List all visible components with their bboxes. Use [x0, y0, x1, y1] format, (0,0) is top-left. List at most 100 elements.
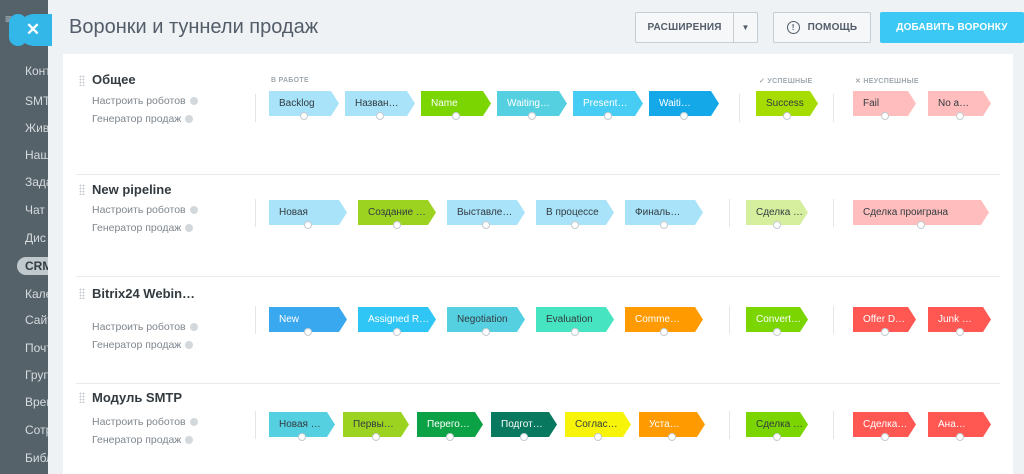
stage-settings-icon[interactable]: [660, 328, 668, 336]
stage-settings-icon[interactable]: [660, 221, 668, 229]
pipeline-row: New pipeline Настроить роботов Генератор п…: [76, 167, 1000, 277]
sales-generator-link[interactable]: Генератор продаж: [92, 434, 194, 446]
pipeline-title[interactable]: Bitrix24 Webin…: [92, 286, 195, 301]
column-divider: [729, 411, 730, 439]
column-divider: [255, 94, 256, 122]
pipeline-title[interactable]: Модуль SMTP: [92, 390, 182, 405]
stage-settings-icon[interactable]: [300, 112, 308, 120]
stage-settings-icon[interactable]: [482, 221, 490, 229]
stage-settings-icon[interactable]: [880, 433, 889, 441]
stage-settings-icon[interactable]: [773, 221, 781, 229]
column-divider: [255, 306, 256, 334]
stage-settings-icon[interactable]: [783, 112, 791, 120]
close-slider-button[interactable]: ✕: [9, 14, 52, 46]
stage-settings-icon[interactable]: [571, 221, 579, 229]
robots-link[interactable]: Настроить роботов: [92, 321, 198, 333]
robots-link[interactable]: Настроить роботов: [92, 95, 198, 107]
stage-settings-icon[interactable]: [680, 112, 688, 120]
help-icon[interactable]: [185, 224, 194, 233]
sales-generator-link-label: Генератор продаж: [92, 434, 182, 446]
pipelines-slider: Воронки и туннели продаж РАСШИРЕНИЯ ▼ ! …: [48, 0, 1024, 474]
robots-link[interactable]: Настроить роботов: [92, 204, 198, 216]
help-icon[interactable]: [185, 436, 194, 445]
stage-settings-icon[interactable]: [594, 433, 602, 441]
robots-link-label: Настроить роботов: [92, 95, 186, 107]
stage-settings-icon[interactable]: [520, 433, 528, 441]
stage-settings-icon[interactable]: [604, 112, 612, 120]
robots-link-label: Настроить роботов: [92, 204, 186, 216]
column-divider: [833, 306, 834, 334]
help-icon[interactable]: [189, 97, 198, 106]
stage-settings-icon[interactable]: [773, 328, 781, 336]
drag-handle-icon[interactable]: [79, 288, 85, 299]
chevron-down-icon[interactable]: ▼: [733, 13, 757, 42]
column-divider: [729, 199, 730, 227]
info-icon: !: [786, 21, 800, 34]
stage-settings-icon[interactable]: [446, 433, 454, 441]
help-icon[interactable]: [189, 418, 198, 427]
stage-settings-icon[interactable]: [880, 112, 889, 120]
robots-link-label: Настроить роботов: [92, 321, 186, 333]
column-divider: [833, 94, 834, 122]
add-pipeline-label: ДОБАВИТЬ ВОРОНКУ: [896, 22, 1008, 33]
stage-settings-icon[interactable]: [917, 221, 925, 229]
stage-settings-icon[interactable]: [955, 433, 964, 441]
help-icon[interactable]: [189, 206, 198, 215]
column-divider: [729, 306, 730, 334]
pipeline-row: Bitrix24 Webin… Настроить роботов Генерато…: [76, 274, 1000, 384]
help-label: ПОМОЩЬ: [807, 22, 858, 33]
stage-settings-icon[interactable]: [304, 221, 312, 229]
stage-settings-icon[interactable]: [955, 328, 964, 336]
help-icon[interactable]: [185, 115, 194, 124]
stage-settings-icon[interactable]: [571, 328, 579, 336]
extensions-button[interactable]: РАСШИРЕНИЯ ▼: [635, 12, 758, 43]
sales-generator-link-label: Генератор продаж: [92, 113, 182, 125]
add-pipeline-button[interactable]: ДОБАВИТЬ ВОРОНКУ: [880, 12, 1024, 43]
pipeline-row: Модуль SMTP Настроить роботов Генератор пр…: [76, 380, 1000, 474]
background-menu-item: Наш: [25, 148, 50, 162]
stage-settings-icon[interactable]: [880, 328, 889, 336]
stage-settings-icon[interactable]: [304, 328, 312, 336]
background-menu-item: Жив: [25, 121, 50, 135]
robots-link[interactable]: Настроить роботов: [92, 416, 198, 428]
background-menu-item: Дис: [25, 231, 46, 245]
stage-settings-icon[interactable]: [668, 433, 676, 441]
extensions-label: РАСШИРЕНИЯ: [647, 22, 722, 33]
sales-generator-link-label: Генератор продаж: [92, 222, 182, 234]
robots-link-label: Настроить роботов: [92, 416, 186, 428]
page-title: Воронки и туннели продаж: [69, 16, 319, 38]
background-menu-item: Чат: [25, 203, 45, 217]
help-icon[interactable]: [189, 323, 198, 332]
background-menu-item: Груп: [25, 368, 50, 382]
stage-settings-icon[interactable]: [376, 112, 384, 120]
column-divider: [255, 411, 256, 439]
stage-settings-icon[interactable]: [393, 328, 401, 336]
sales-generator-link[interactable]: Генератор продаж: [92, 113, 194, 125]
stage-settings-icon[interactable]: [372, 433, 380, 441]
column-divider: [833, 199, 834, 227]
stage-settings-icon[interactable]: [955, 112, 964, 120]
drag-handle-icon[interactable]: [79, 392, 85, 403]
close-icon: ✕: [25, 20, 41, 39]
pipeline-row: Общее Настроить роботов Генератор продаж Ba…: [76, 65, 1000, 175]
column-divider: [739, 94, 740, 122]
background-menu-item: Конт: [25, 64, 51, 78]
stage-settings-icon[interactable]: [528, 112, 536, 120]
help-icon[interactable]: [185, 341, 194, 350]
stage-settings-icon[interactable]: [298, 433, 306, 441]
stage-settings-icon[interactable]: [773, 433, 781, 441]
sales-generator-link[interactable]: Генератор продаж: [92, 339, 194, 351]
help-button[interactable]: ! ПОМОЩЬ: [773, 12, 871, 43]
drag-handle-icon[interactable]: [79, 184, 85, 195]
drag-handle-icon[interactable]: [79, 75, 85, 86]
pipeline-title[interactable]: Общее: [92, 72, 136, 87]
sales-generator-link-label: Генератор продаж: [92, 339, 182, 351]
pipeline-title[interactable]: New pipeline: [92, 182, 171, 197]
stage-settings-icon[interactable]: [482, 328, 490, 336]
stage-settings-icon[interactable]: [393, 221, 401, 229]
sales-generator-link[interactable]: Генератор продаж: [92, 222, 194, 234]
stage-settings-icon[interactable]: [452, 112, 460, 120]
background-menu-item: SMT: [25, 94, 51, 108]
column-divider: [833, 411, 834, 439]
column-divider: [255, 199, 256, 227]
